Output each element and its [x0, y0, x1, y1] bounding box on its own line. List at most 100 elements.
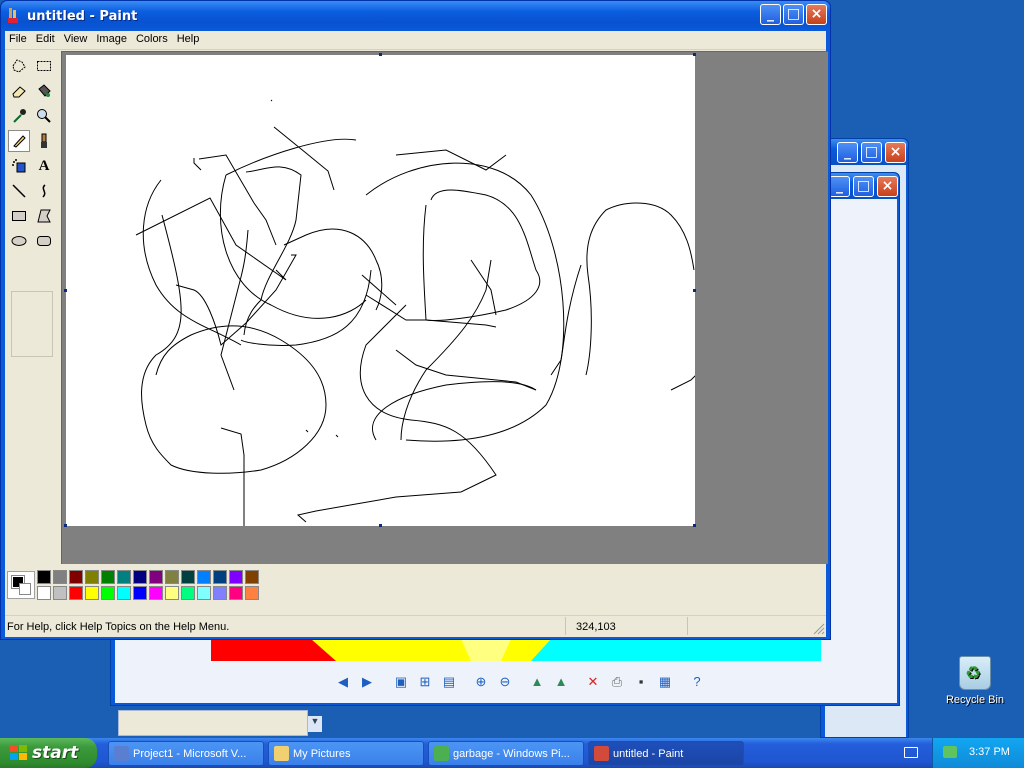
color-swatch[interactable] — [69, 586, 83, 600]
menu-edit[interactable]: Edit — [32, 31, 60, 45]
free-select-tool[interactable] — [8, 55, 30, 77]
color-swatch[interactable] — [133, 570, 147, 584]
color-swatch[interactable] — [53, 570, 67, 584]
recycle-bin-desktop-icon[interactable]: Recycle Bin — [944, 656, 1006, 706]
close-button[interactable]: × — [885, 142, 906, 163]
color-swatch[interactable] — [149, 570, 163, 584]
picture-viewer-image — [211, 639, 821, 661]
canvas-resize-handle[interactable] — [379, 524, 382, 527]
rounded-rectangle-tool[interactable] — [33, 230, 55, 252]
ellipse-icon — [11, 236, 27, 246]
color-swatch[interactable] — [85, 586, 99, 600]
color-swatch[interactable] — [37, 570, 51, 584]
brush-tool[interactable] — [33, 130, 55, 152]
color-swatch[interactable] — [197, 586, 211, 600]
polygon-tool[interactable] — [33, 205, 55, 227]
color-swatch[interactable] — [197, 570, 211, 584]
magnifier-tool[interactable] — [33, 105, 55, 127]
color-swatch[interactable] — [53, 586, 67, 600]
print-icon[interactable]: ⎙ — [609, 674, 625, 690]
save-icon[interactable]: ▪ — [633, 674, 649, 690]
maximize-button[interactable]: □ — [861, 142, 882, 163]
rectangle-tool[interactable] — [8, 205, 30, 227]
color-swatch[interactable] — [165, 570, 179, 584]
clock[interactable]: 3:37 PM — [969, 746, 1010, 758]
canvas-resize-handle[interactable] — [64, 289, 67, 292]
resize-grip-icon[interactable] — [813, 623, 825, 635]
paint-window[interactable]: untitled - Paint _ □ × File Edit View Image… — [0, 0, 831, 640]
color-picker-tool[interactable] — [8, 105, 30, 127]
minimize-button[interactable]: _ — [760, 4, 781, 25]
minimize-button[interactable]: _ — [829, 176, 850, 197]
maximize-button[interactable]: □ — [783, 4, 804, 25]
color-swatch[interactable] — [101, 586, 115, 600]
menu-colors[interactable]: Colors — [132, 31, 173, 45]
text-a-icon: A — [38, 157, 50, 174]
color-swatch[interactable] — [229, 570, 243, 584]
line-tool[interactable] — [8, 180, 30, 202]
help-icon[interactable]: ? — [689, 674, 705, 690]
eraser-tool[interactable] — [8, 80, 30, 102]
maximize-button[interactable]: □ — [853, 176, 874, 197]
text-tool[interactable]: A — [33, 155, 55, 177]
fill-tool[interactable] — [33, 80, 55, 102]
color-swatch[interactable] — [245, 570, 259, 584]
airbrush-tool[interactable] — [8, 155, 30, 177]
canvas-resize-handle[interactable] — [693, 289, 696, 292]
zoom-out-icon[interactable]: ⊖ — [497, 674, 513, 690]
rotate-clockwise-icon[interactable]: ▲ — [529, 674, 545, 690]
canvas-resize-handle[interactable] — [64, 524, 67, 527]
ellipse-tool[interactable] — [8, 230, 30, 252]
color-swatch[interactable] — [117, 570, 131, 584]
color-swatch[interactable] — [101, 570, 115, 584]
actual-size-icon[interactable]: ⊞ — [417, 674, 433, 690]
minimize-button[interactable]: _ — [837, 142, 858, 163]
open-with-icon[interactable]: ▦ — [657, 674, 673, 690]
rect-select-tool[interactable] — [33, 55, 55, 77]
pencil-tool[interactable] — [8, 130, 30, 152]
color-swatch[interactable] — [181, 586, 195, 600]
curve-tool[interactable] — [33, 180, 55, 202]
color-swatch[interactable] — [213, 570, 227, 584]
drawing-canvas[interactable] — [64, 53, 696, 527]
color-swatch[interactable] — [149, 586, 163, 600]
menu-image[interactable]: Image — [92, 31, 132, 45]
taskbar-item-my-pictures[interactable]: My Pictures — [268, 741, 424, 766]
paint-titlebar[interactable]: untitled - Paint _ □ × — [1, 1, 830, 31]
background-window-titlebar[interactable]: _ □ × — [821, 139, 908, 165]
start-button[interactable]: start — [0, 738, 97, 768]
best-fit-icon[interactable]: ▣ — [393, 674, 409, 690]
rotate-counterclockwise-icon[interactable]: ▲ — [553, 674, 569, 690]
color-swatch[interactable] — [117, 586, 131, 600]
close-button[interactable]: × — [806, 4, 827, 25]
close-button[interactable]: × — [877, 176, 898, 197]
next-image-icon[interactable]: ▶ — [359, 674, 375, 690]
tool-options-box[interactable] — [11, 291, 53, 357]
menu-help[interactable]: Help — [173, 31, 205, 45]
keyboard-icon[interactable] — [904, 747, 918, 758]
taskbar-item-picture-viewer[interactable]: garbage - Windows Pi... — [428, 741, 584, 766]
color-swatch[interactable] — [181, 570, 195, 584]
previous-image-icon[interactable]: ◀ — [335, 674, 351, 690]
color-swatch[interactable] — [37, 586, 51, 600]
canvas-resize-handle[interactable] — [693, 524, 696, 527]
color-swatch[interactable] — [133, 586, 147, 600]
menu-view[interactable]: View — [60, 31, 93, 45]
color-swatch[interactable] — [69, 570, 83, 584]
taskbar-item-paint[interactable]: untitled - Paint — [588, 741, 744, 766]
network-icon[interactable] — [943, 746, 957, 758]
canvas-resize-handle[interactable] — [693, 53, 696, 56]
color-swatch[interactable] — [245, 586, 259, 600]
menu-file[interactable]: File — [5, 31, 32, 45]
background-window-scroll-down[interactable]: ▼ — [308, 716, 322, 732]
recycle-bin-icon — [959, 656, 991, 690]
taskbar-item-project1[interactable]: Project1 - Microsoft V... — [108, 741, 264, 766]
canvas-resize-handle[interactable] — [379, 53, 382, 56]
color-swatch[interactable] — [85, 570, 99, 584]
delete-icon[interactable]: ✕ — [585, 674, 601, 690]
zoom-in-icon[interactable]: ⊕ — [473, 674, 489, 690]
slideshow-icon[interactable]: ▤ — [441, 674, 457, 690]
color-swatch[interactable] — [165, 586, 179, 600]
color-swatch[interactable] — [213, 586, 227, 600]
color-swatch[interactable] — [229, 586, 243, 600]
